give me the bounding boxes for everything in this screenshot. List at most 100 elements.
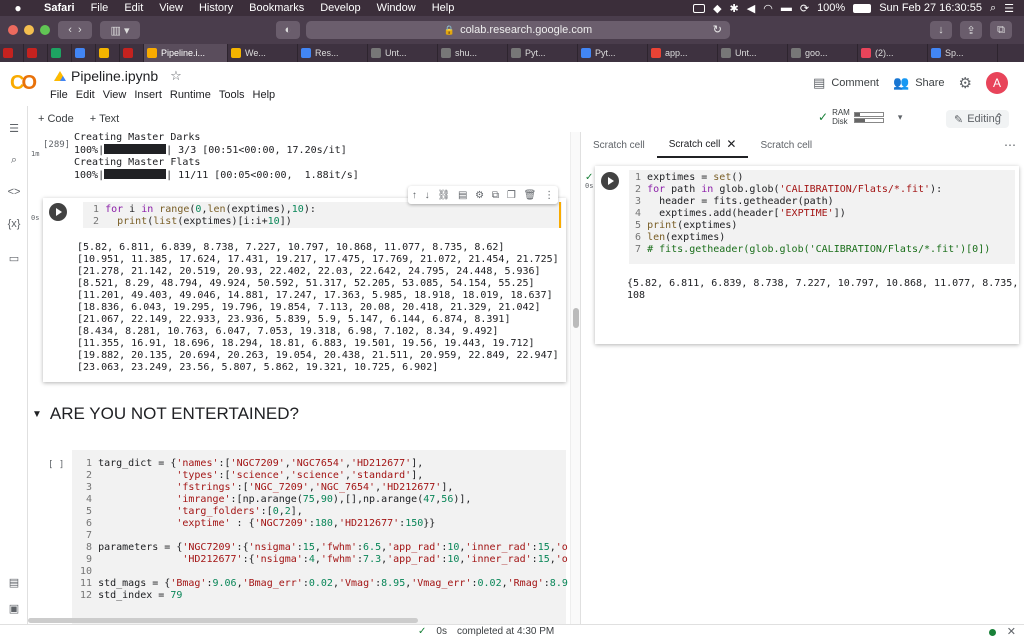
browser-tab[interactable]: Pyt... <box>508 44 578 62</box>
scratch-tab-3[interactable]: Scratch cell <box>748 132 824 158</box>
scratch-tab-2[interactable]: Scratch cell ✕ <box>656 132 749 158</box>
code-cell-1-editor[interactable]: 1 for i in range(0,len(exptimes),10): 2 … <box>83 202 562 228</box>
browser-tab[interactable] <box>120 44 144 62</box>
resources-indicator[interactable]: ✓ RAM Disk ▾ <box>818 108 902 126</box>
scrollbar-thumb[interactable] <box>573 308 579 328</box>
collapse-section-icon[interactable]: ▼ <box>32 409 42 420</box>
share-button[interactable]: 👥 Share <box>893 75 945 91</box>
menubar-item-bookmarks[interactable]: Bookmarks <box>241 2 312 14</box>
avatar[interactable]: A <box>986 72 1008 94</box>
add-code-button[interactable]: + Code <box>38 113 74 125</box>
scratch-more-icon[interactable]: ⋯ <box>1004 138 1016 152</box>
browser-tab[interactable]: Sp... <box>928 44 998 62</box>
menu-file[interactable]: File <box>50 89 68 101</box>
scratch-tab-1[interactable]: Scratch cell <box>581 132 657 158</box>
sync-icon[interactable]: ⟳ <box>800 2 809 15</box>
section-heading[interactable]: ▼ ARE YOU NOT ENTERTAINED? <box>32 404 299 424</box>
browser-tab[interactable]: Pipeline.i... <box>144 44 228 62</box>
find-icon[interactable]: ⌕ <box>6 152 22 168</box>
tab-overview-icon[interactable]: ⧉ <box>990 21 1012 39</box>
clock[interactable]: Sun Feb 27 16:30:55 <box>879 2 982 14</box>
menubar-item-edit[interactable]: Edit <box>116 2 151 14</box>
code-snippets-icon[interactable]: <> <box>6 184 22 200</box>
collapse-header-icon[interactable]: ⌃ <box>994 111 1004 125</box>
menu-tools[interactable]: Tools <box>219 89 245 101</box>
browser-tab[interactable]: Unt... <box>718 44 788 62</box>
wifi-icon[interactable]: ◠ <box>763 2 773 15</box>
browser-tab[interactable]: We... <box>228 44 298 62</box>
files-folder-icon[interactable]: ▭ <box>6 250 22 266</box>
browser-tab[interactable]: (2)... <box>858 44 928 62</box>
browser-tab[interactable] <box>0 44 24 62</box>
browser-tab[interactable] <box>96 44 120 62</box>
flag-icon[interactable]: ▬ <box>781 2 792 14</box>
menu-edit[interactable]: Edit <box>76 89 95 101</box>
menubar-item-develop[interactable]: Develop <box>312 2 368 14</box>
cell-settings-icon[interactable]: ⚙ <box>475 190 484 201</box>
browser-tab[interactable] <box>24 44 48 62</box>
variables-icon[interactable]: {x} <box>6 216 22 232</box>
privacy-shield-icon[interactable]: ◐ <box>276 21 300 39</box>
menubar-item-help[interactable]: Help <box>424 2 463 14</box>
apple-menu-icon[interactable]: ● <box>0 1 36 15</box>
bluetooth-icon[interactable]: ✱ <box>730 2 739 15</box>
menu-insert[interactable]: Insert <box>134 89 162 101</box>
battery-icon[interactable] <box>853 3 872 13</box>
scratch-run-button[interactable] <box>601 172 619 190</box>
downloads-icon[interactable]: ↓ <box>930 21 952 39</box>
menubar-item-file[interactable]: File <box>83 2 117 14</box>
volume-icon[interactable]: ◀ <box>747 2 755 15</box>
status-close-icon[interactable]: ✕ <box>1007 625 1016 638</box>
comment-cell-icon[interactable]: ▤ <box>458 190 467 201</box>
menu-view[interactable]: View <box>103 89 127 101</box>
menu-help[interactable]: Help <box>253 89 276 101</box>
settings-gear-icon[interactable]: ⚙ <box>959 74 972 92</box>
menu-runtime[interactable]: Runtime <box>170 89 211 101</box>
delete-cell-icon[interactable]: 🗑 <box>524 190 537 201</box>
close-tab-icon[interactable]: ✕ <box>726 137 736 151</box>
run-cell-button[interactable] <box>49 203 67 221</box>
command-palette-icon[interactable]: ▤ <box>6 574 22 590</box>
browser-tab[interactable] <box>72 44 96 62</box>
add-text-button[interactable]: + Text <box>90 113 119 125</box>
mirror-cell-icon[interactable]: ⧉ <box>492 190 499 201</box>
browser-tab[interactable]: Res... <box>298 44 368 62</box>
scratch-code-editor[interactable]: 1 exptimes = set() 2 for path in glob.gl… <box>629 170 1015 264</box>
star-icon[interactable]: ☆ <box>170 68 182 84</box>
browser-tab[interactable] <box>48 44 72 62</box>
notebook-vertical-scrollbar[interactable] <box>570 132 580 624</box>
address-bar[interactable]: 🔒 colab.research.google.com ↻ <box>306 21 730 39</box>
cell-2-execution-count[interactable]: [ ] <box>48 460 64 470</box>
terminal-icon[interactable]: ▣ <box>6 600 22 616</box>
move-up-icon[interactable]: ↑ <box>412 190 417 201</box>
more-options-icon[interactable]: ⋮ <box>544 190 554 201</box>
browser-tab[interactable]: shu... <box>438 44 508 62</box>
code-cell-1[interactable]: 1 for i in range(0,len(exptimes),10): 2 … <box>43 198 566 382</box>
table-of-contents-icon[interactable]: ☰ <box>6 120 22 136</box>
move-down-icon[interactable]: ↓ <box>425 190 430 201</box>
control-center-icon[interactable]: ☰ <box>1004 2 1014 15</box>
colab-logo[interactable]: CO <box>10 72 37 95</box>
menubar-item-view[interactable]: View <box>151 2 191 14</box>
share-page-icon[interactable]: ⇪ <box>960 21 982 39</box>
minimize-window-icon[interactable] <box>24 25 34 35</box>
horizontal-scrollbar[interactable] <box>28 616 570 624</box>
scratch-code-cell[interactable]: 1 exptimes = set() 2 for path in glob.gl… <box>595 166 1019 344</box>
copy-cell-icon[interactable]: ❐ <box>507 190 516 201</box>
search-icon[interactable]: ⌕ <box>990 2 996 15</box>
browser-tab[interactable]: Unt... <box>368 44 438 62</box>
battery-percent[interactable]: 100% <box>817 2 845 14</box>
status-app-icon[interactable] <box>693 3 706 13</box>
browser-tab[interactable]: Pyt... <box>578 44 648 62</box>
back-forward-buttons[interactable]: ‹ › <box>58 21 92 39</box>
browser-tab[interactable]: goo... <box>788 44 858 62</box>
link-icon[interactable]: ⛓ <box>437 190 450 201</box>
sidebar-toggle-icon[interactable]: ▥ ▾ <box>100 21 140 39</box>
code-cell-2-editor[interactable]: 1 targ_dict = {'names':['NGC7209','NGC76… <box>72 450 568 624</box>
notebook-title[interactable]: Pipeline.ipynb <box>71 68 158 84</box>
close-window-icon[interactable] <box>8 25 18 35</box>
horizontal-scrollbar-thumb[interactable] <box>28 618 418 623</box>
zoom-window-icon[interactable] <box>40 25 50 35</box>
browser-tab[interactable]: app... <box>648 44 718 62</box>
menubar-item-window[interactable]: Window <box>369 2 424 14</box>
